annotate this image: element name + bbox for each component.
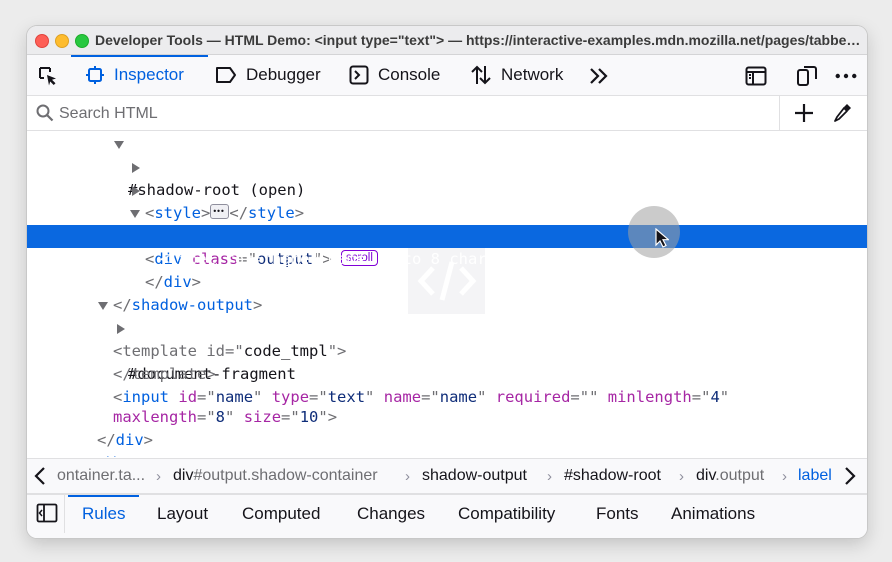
- expand-triangle-icon[interactable]: [115, 317, 127, 340]
- chevron-left-icon[interactable]: [33, 466, 47, 491]
- cursor-highlight: [628, 206, 680, 258]
- breadcrumb-separator-icon: ›: [782, 468, 787, 485]
- div-close-tag: div: [101, 454, 129, 457]
- breadcrumb-item-selected[interactable]: label: [798, 467, 832, 485]
- element-picker-icon[interactable]: [37, 65, 59, 87]
- tree-node-style-1[interactable]: <style></style>: [27, 156, 867, 223]
- search-icon: [36, 104, 54, 127]
- breadcrumb-item[interactable]: div.output: [696, 467, 764, 485]
- network-icon: [471, 65, 491, 85]
- devtools-window: Developer Tools — HTML Demo: <input type…: [27, 26, 867, 538]
- tab-console[interactable]: Console: [349, 55, 440, 95]
- expand-triangle-icon[interactable]: [130, 156, 142, 179]
- tab-fonts[interactable]: Fonts: [596, 495, 639, 533]
- more-options-icon[interactable]: [835, 65, 857, 87]
- chevron-right-icon[interactable]: [843, 466, 857, 491]
- tree-node-style-2[interactable]: <style></style>: [27, 179, 867, 246]
- search-html-input[interactable]: [57, 102, 761, 126]
- tree-node-div-close[interactable]: </div>: [27, 248, 867, 291]
- dock-options-icon[interactable]: [796, 65, 818, 87]
- breadcrumb-item[interactable]: ontainer.ta...: [57, 467, 145, 485]
- tab-layout[interactable]: Layout: [157, 495, 208, 533]
- search-bar: [27, 96, 867, 131]
- window-title: Developer Tools — HTML Demo: <input type…: [95, 32, 861, 48]
- breadcrumb-separator-icon: ›: [679, 468, 684, 485]
- breadcrumb-item[interactable]: #shadow-root: [564, 467, 661, 485]
- inspector-icon: [86, 66, 104, 84]
- tree-node-shadow-output-close[interactable]: </shadow-output>: [27, 271, 867, 314]
- console-icon: [349, 65, 369, 85]
- tab-network-label: Network: [501, 65, 564, 84]
- tree-node-div-close[interactable]: </div>: [27, 406, 867, 449]
- tree-node-document-fragment[interactable]: #document-fragment: [27, 317, 867, 383]
- tree-node-template-close[interactable]: </template>: [27, 340, 867, 383]
- sidebar-divider: [64, 495, 65, 533]
- tree-node-div-output[interactable]: <div class="output"> scroll: [27, 202, 867, 268]
- toggle-sidebar-icon[interactable]: [36, 503, 58, 528]
- breadcrumb-separator-icon: ›: [547, 468, 552, 485]
- breadcrumbs: ontainer.ta... › div#output.shadow-conta…: [27, 458, 867, 494]
- tab-animations[interactable]: Animations: [671, 495, 755, 533]
- collapse-triangle-icon[interactable]: [129, 202, 141, 225]
- tab-inspector-label: Inspector: [114, 65, 184, 84]
- tab-network[interactable]: Network: [470, 55, 563, 95]
- mouse-pointer-icon: [655, 227, 671, 252]
- debugger-icon: [216, 67, 236, 83]
- tab-debugger-label: Debugger: [246, 65, 321, 84]
- tree-node-div-close[interactable]: </div>: [27, 429, 867, 457]
- title-bar: Developer Tools — HTML Demo: <input type…: [27, 26, 867, 55]
- responsive-design-icon[interactable]: [745, 65, 767, 87]
- markup-tree[interactable]: #shadow-root (open) <style></style> <sty…: [27, 131, 867, 457]
- eyedropper-icon[interactable]: [833, 102, 853, 129]
- sidebar-tabs: Rules Layout Computed Changes Compatibil…: [27, 494, 867, 538]
- double-chevron-right-icon[interactable]: [588, 65, 610, 87]
- expand-triangle-icon[interactable]: [130, 179, 142, 202]
- tree-node-template[interactable]: <template id="code_tmpl">: [27, 294, 867, 360]
- tab-computed[interactable]: Computed: [242, 495, 320, 533]
- close-window-button[interactable]: [35, 34, 49, 48]
- breadcrumb-separator-icon: ›: [405, 468, 410, 485]
- minimize-window-button[interactable]: [55, 34, 69, 48]
- tree-node-input-continued[interactable]: maxlength="8" size="10">: [27, 383, 867, 426]
- tree-node-label-selected[interactable]: <label for="name">Name (4 to 8 character…: [27, 225, 867, 268]
- tree-node-shadow-root[interactable]: #shadow-root (open): [27, 133, 867, 199]
- tab-console-label: Console: [378, 65, 441, 84]
- breadcrumb-item[interactable]: shadow-output: [422, 467, 527, 485]
- search-divider: [779, 96, 780, 130]
- devtools-toolbar: Inspector Debugger Console Network: [27, 55, 867, 96]
- collapse-triangle-icon[interactable]: [113, 133, 125, 156]
- tab-rules[interactable]: Rules: [67, 495, 141, 533]
- breadcrumb-item[interactable]: div#output.shadow-container: [173, 467, 378, 485]
- breadcrumb-separator-icon: ›: [156, 468, 161, 485]
- tab-inspector[interactable]: Inspector: [71, 55, 208, 95]
- tab-debugger[interactable]: Debugger: [215, 55, 321, 95]
- tab-changes[interactable]: Changes: [357, 495, 425, 533]
- plus-icon[interactable]: [793, 102, 815, 129]
- zoom-window-button[interactable]: [75, 34, 89, 48]
- tab-compatibility[interactable]: Compatibility: [458, 495, 555, 533]
- collapse-triangle-icon[interactable]: [97, 294, 109, 317]
